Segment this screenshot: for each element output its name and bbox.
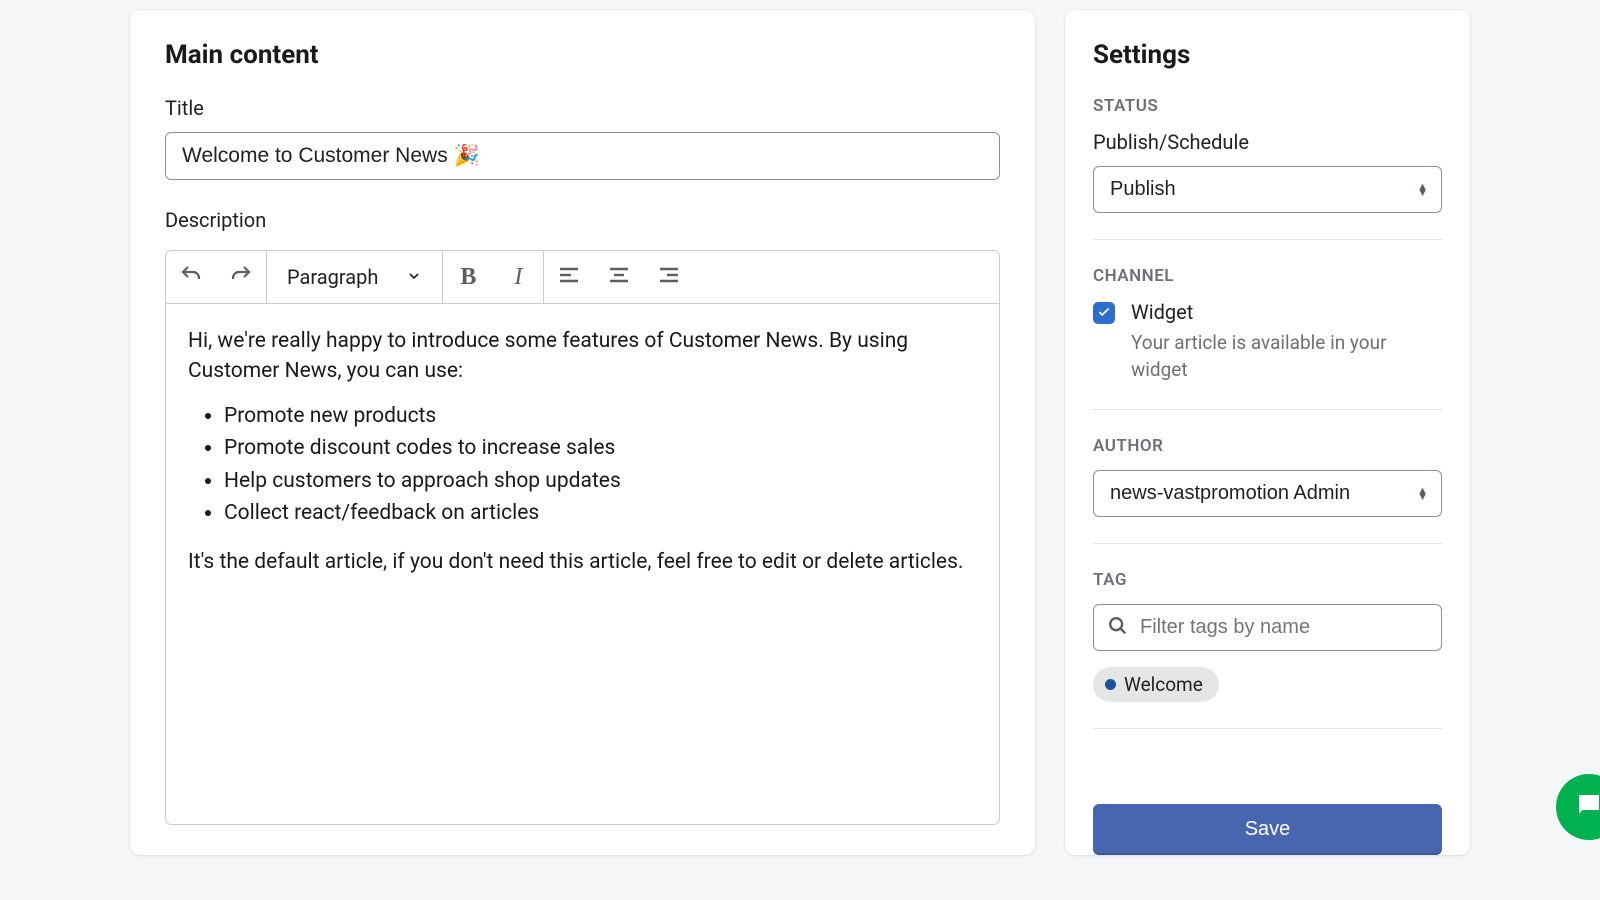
main-content-card: Main content Title Description [130,10,1035,855]
editor-paragraph: Hi, we're really happy to introduce some… [188,326,977,387]
status-section: STATUS Publish/Schedule Publish ▲▼ [1093,96,1442,240]
chat-icon [1574,790,1600,824]
tag-chip[interactable]: Welcome [1093,667,1219,702]
search-icon [1107,615,1129,641]
align-right-icon [657,263,681,291]
align-left-icon [557,263,581,291]
redo-icon [229,263,253,291]
author-heading: AUTHOR [1093,436,1442,456]
italic-icon: I [514,264,522,291]
align-center-button[interactable] [594,251,644,303]
redo-button[interactable] [216,251,266,303]
main-content-heading: Main content [165,40,1000,70]
align-right-button[interactable] [644,251,694,303]
italic-button[interactable]: I [493,251,543,303]
description-field-group: Description [165,208,1000,825]
align-left-button[interactable] [544,251,594,303]
undo-icon [179,263,203,291]
select-caret-icon: ▲▼ [1417,488,1428,500]
editor-toolbar: Paragraph B I [166,251,999,304]
editor-list-item: Collect react/feedback on articles [224,498,977,528]
widget-checkbox-help: Your article is available in your widget [1131,330,1442,383]
author-select-value: news-vastpromotion Admin [1110,482,1350,504]
settings-heading: Settings [1093,40,1442,70]
tag-section: TAG Welcome [1093,570,1442,729]
bold-icon: B [460,264,476,291]
editor-paragraph: It's the default article, if you don't n… [188,547,977,577]
status-select-value: Publish [1110,178,1176,200]
title-input[interactable] [165,132,1000,180]
widget-checkbox-label: Widget [1131,300,1442,324]
rich-text-editor: Paragraph B I [165,250,1000,825]
tag-chip-label: Welcome [1124,673,1203,696]
align-center-icon [607,263,631,291]
block-style-select[interactable]: Paragraph [267,251,442,303]
editor-list-item: Help customers to approach shop updates [224,466,977,496]
channel-section: CHANNEL Widget Your article is available… [1093,266,1442,410]
editor-list-item: Promote new products [224,401,977,431]
status-label: Publish/Schedule [1093,130,1442,154]
save-button[interactable]: Save [1093,804,1442,855]
title-label: Title [165,96,1000,120]
description-label: Description [165,208,1000,232]
status-select[interactable]: Publish [1093,166,1442,213]
select-caret-icon: ▲▼ [1417,184,1428,196]
tag-heading: TAG [1093,570,1442,590]
undo-button[interactable] [166,251,216,303]
editor-content[interactable]: Hi, we're really happy to introduce some… [166,304,999,824]
block-style-value: Paragraph [287,265,378,289]
widget-checkbox[interactable] [1093,302,1115,324]
author-select[interactable]: news-vastpromotion Admin [1093,470,1442,517]
status-heading: STATUS [1093,96,1442,116]
tag-filter-input[interactable] [1093,604,1442,651]
chevron-down-icon [406,265,422,289]
author-section: AUTHOR news-vastpromotion Admin ▲▼ [1093,436,1442,544]
tag-dot-icon [1105,679,1116,690]
editor-list-item: Promote discount codes to increase sales [224,433,977,463]
title-field-group: Title [165,96,1000,180]
check-icon [1097,304,1111,323]
bold-button[interactable]: B [443,251,493,303]
settings-card: Settings STATUS Publish/Schedule Publish… [1065,10,1470,855]
channel-heading: CHANNEL [1093,266,1442,286]
